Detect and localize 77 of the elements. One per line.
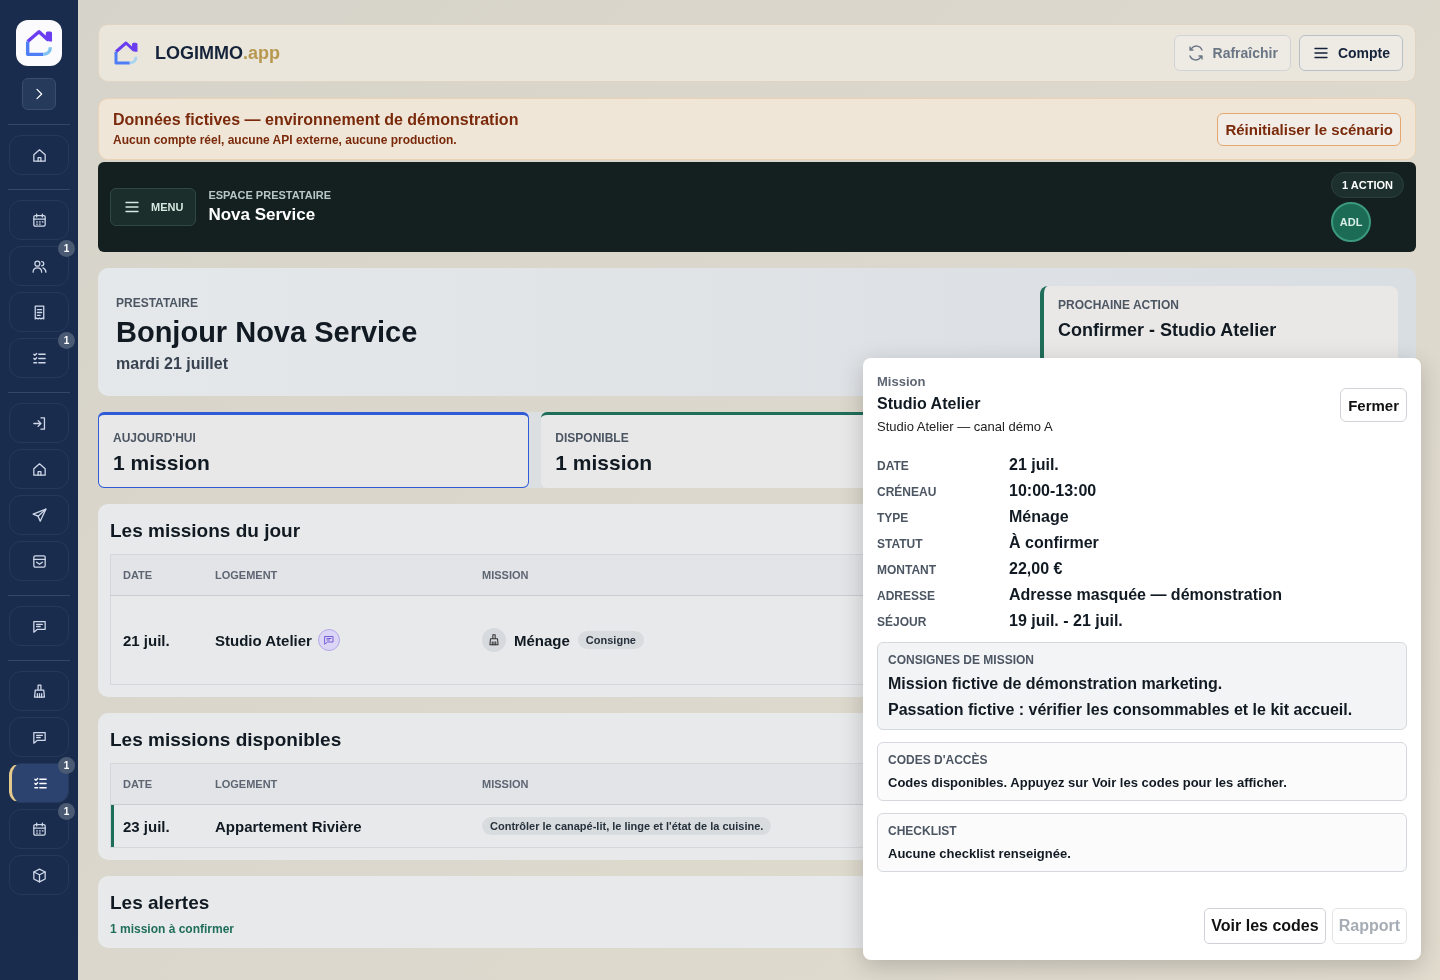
message-icon: [322, 634, 335, 646]
role-label: PRESTATAIRE: [116, 296, 199, 310]
table-cell: 23 juil.: [110, 804, 203, 848]
table-cell: Appartement Rivière: [215, 817, 362, 835]
toolbar-button[interactable]: Compte: [1298, 35, 1403, 71]
column-header: LOGEMENT: [203, 554, 470, 596]
detail-label: SÉJOUR: [877, 615, 928, 629]
box-text: Passation fictive : vérifier les consommables et le kit accueil.: [888, 701, 1354, 719]
welcome-title: Bonjour Nova Service: [116, 316, 418, 349]
calendar-icon: [30, 820, 48, 838]
sidebar-item[interactable]: [9, 717, 69, 757]
detail-value: Ménage: [1009, 508, 1070, 526]
app-logo[interactable]: [16, 20, 62, 66]
table-cell: 21 juil.: [110, 595, 203, 685]
popup-label: Mission: [877, 374, 927, 389]
sidebar-item[interactable]: [9, 200, 69, 240]
popup-button[interactable]: Voir les codes: [1204, 908, 1326, 944]
count-badge: 1: [58, 803, 75, 820]
box-text: Mission fictive de démonstration marketing.: [888, 675, 1224, 693]
menu-button[interactable]: MENU: [110, 188, 197, 226]
detail-label: DATE: [877, 459, 910, 473]
mission-tag: Consigne: [577, 631, 644, 649]
detail-label: CRÉNEAU: [877, 485, 938, 499]
section-title: Les alertes: [110, 892, 210, 914]
section-title: Les missions du jour: [110, 520, 301, 542]
sidebar-item[interactable]: [9, 292, 69, 332]
sidebar-item[interactable]: [9, 495, 69, 535]
workspace-title: Nova Service: [208, 205, 317, 225]
section-subtitle: 1 mission à confirmer: [110, 922, 235, 936]
detail-label: STATUT: [877, 537, 924, 551]
detail-value: 21 juil.: [1009, 456, 1060, 474]
detail-value: À confirmer: [1009, 534, 1100, 552]
box-icon: [30, 866, 48, 884]
popup-title: Studio Atelier: [877, 395, 982, 413]
workspace-label: ESPACE PRESTATAIRE: [208, 189, 332, 201]
sidebar-item[interactable]: [9, 449, 69, 489]
detail-value: 22,00 €: [1009, 560, 1064, 578]
box-text: Codes disponibles. Appuyez sur Voir les codes pour les afficher.: [888, 775, 1288, 790]
table-cell: Studio Atelier: [215, 631, 312, 649]
detail-value: 10:00-13:00: [1009, 482, 1098, 500]
calendar-icon: [30, 211, 48, 229]
send-icon: [30, 506, 48, 524]
box-title: CHECKLIST: [888, 824, 958, 838]
stat-card[interactable]: AUJOURD'HUI 1 mission: [98, 412, 530, 488]
sidebar-item[interactable]: [9, 541, 69, 581]
sidebar-item[interactable]: [9, 135, 69, 175]
box-title: CONSIGNES DE MISSION: [888, 653, 1036, 667]
login-icon: [30, 414, 48, 432]
count-badge: 1: [58, 240, 75, 257]
column-header: DATE: [110, 554, 203, 596]
column-header: DATE: [110, 763, 203, 805]
banner-title: Données fictives — environnement de démonstration: [113, 111, 519, 129]
detail-label: TYPE: [877, 511, 910, 525]
table-cell: Ménage: [514, 631, 570, 649]
sidebar-item[interactable]: [9, 763, 69, 803]
banner-text: Aucun compte réel, aucune API externe, aucune production.: [113, 133, 458, 147]
detail-label: MONTANT: [877, 563, 938, 577]
mission-tag: Contrôler le canapé-lit, le linge et l'état de la cuisine.: [482, 817, 772, 835]
brand-name: LOGIMMO.app: [155, 42, 280, 64]
sidebar-item[interactable]: [9, 671, 69, 711]
section-title: Les missions disponibles: [110, 729, 342, 751]
user-avatar[interactable]: ADL: [1331, 202, 1372, 242]
refresh-icon: [1186, 44, 1205, 62]
close-button[interactable]: Fermer: [1340, 388, 1407, 422]
home-icon: [30, 460, 48, 478]
box-text: Aucune checklist renseignée.: [888, 846, 1072, 861]
sidebar-item[interactable]: [9, 855, 69, 895]
sidebar-item[interactable]: [9, 606, 69, 646]
inbox-icon: [30, 552, 48, 570]
reset-button[interactable]: Réinitialiser le scénario: [1217, 112, 1401, 146]
home-icon: [30, 146, 48, 164]
detail-value: 19 juil. - 21 juil.: [1009, 612, 1124, 630]
count-badge: 1: [58, 332, 75, 349]
column-header: LOGEMENT: [203, 763, 470, 805]
current-date: mardi 21 juillet: [116, 355, 230, 373]
count-badge: 1: [58, 757, 75, 774]
action-badge: 1 ACTION: [1331, 172, 1404, 198]
